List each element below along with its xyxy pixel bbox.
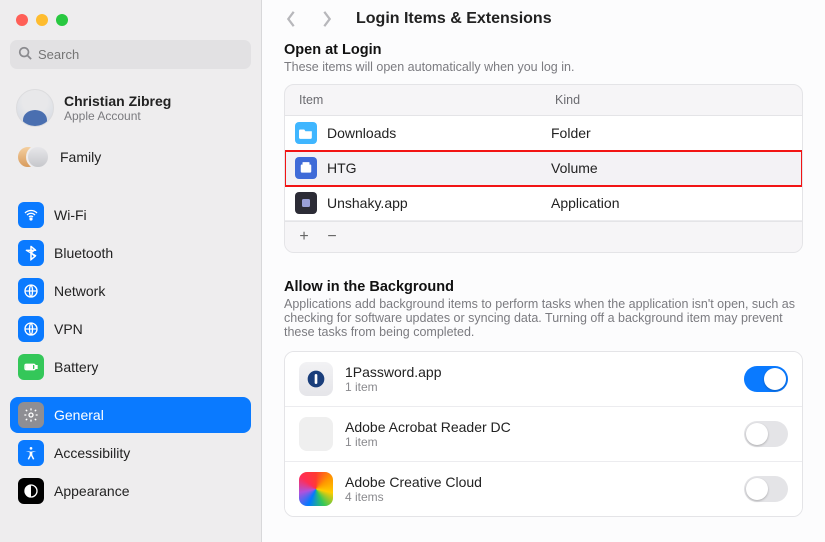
accessibility-icon	[18, 440, 44, 466]
remove-item-button[interactable]: −	[325, 228, 339, 246]
battery-icon	[18, 354, 44, 380]
app-icon	[299, 362, 333, 396]
toggle-switch[interactable]	[744, 476, 788, 502]
appearance-icon	[18, 478, 44, 504]
page-title: Login Items & Extensions	[356, 10, 552, 28]
bluetooth-icon	[18, 240, 44, 266]
volume-icon	[295, 157, 317, 179]
col-item-header: Item	[299, 93, 555, 107]
forward-button[interactable]	[316, 10, 338, 28]
sidebar-label: Network	[54, 283, 105, 299]
sidebar-label: General	[54, 407, 104, 423]
sidebar-item-general[interactable]: General	[10, 397, 251, 433]
sidebar-label: Accessibility	[54, 445, 130, 461]
list-item[interactable]: Adobe Acrobat Reader DC 1 item	[285, 407, 802, 462]
bg-item-name: Adobe Acrobat Reader DC	[345, 419, 732, 435]
open-at-login-heading: Open at Login	[284, 42, 803, 58]
item-name: Downloads	[327, 125, 551, 141]
back-button[interactable]	[280, 10, 302, 28]
background-desc: Applications add background items to per…	[284, 297, 803, 339]
sidebar-item-battery[interactable]: Battery	[10, 349, 251, 385]
bg-item-sub: 4 items	[345, 490, 732, 504]
sidebar-item-bluetooth[interactable]: Bluetooth	[10, 235, 251, 271]
maximize-window-button[interactable]	[56, 14, 68, 26]
table-row[interactable]: Unshaky.app Application	[285, 186, 802, 221]
search-field[interactable]	[10, 40, 251, 69]
login-items-table: Item Kind Downloads Folder HTG Volume	[284, 84, 803, 253]
apple-account[interactable]: Christian Zibreg Apple Account	[10, 83, 251, 133]
add-item-button[interactable]: +	[297, 228, 311, 246]
table-row[interactable]: Downloads Folder	[285, 116, 802, 151]
background-heading: Allow in the Background	[284, 279, 803, 295]
sidebar-item-network[interactable]: Network	[10, 273, 251, 309]
background-list: 1Password.app 1 item Adobe Acrobat Reade…	[284, 351, 803, 517]
sidebar: Christian Zibreg Apple Account Family Wi…	[0, 0, 262, 542]
sidebar-item-vpn[interactable]: VPN	[10, 311, 251, 347]
account-sub: Apple Account	[64, 109, 171, 123]
col-kind-header: Kind	[555, 93, 788, 107]
bg-item-name: Adobe Creative Cloud	[345, 474, 732, 490]
sidebar-item-accessibility[interactable]: Accessibility	[10, 435, 251, 471]
wifi-icon	[18, 202, 44, 228]
sidebar-item-wifi[interactable]: Wi-Fi	[10, 197, 251, 233]
sidebar-item-appearance[interactable]: Appearance	[10, 473, 251, 509]
window-controls	[10, 10, 251, 40]
sidebar-item-family[interactable]: Family	[10, 135, 251, 179]
family-icon	[16, 143, 50, 171]
avatar	[16, 89, 54, 127]
item-kind: Volume	[551, 160, 598, 176]
sidebar-label: Bluetooth	[54, 245, 113, 261]
family-label: Family	[60, 149, 101, 165]
network-icon	[18, 278, 44, 304]
table-row[interactable]: HTG Volume	[285, 151, 802, 186]
vpn-icon	[18, 316, 44, 342]
item-kind: Folder	[551, 125, 591, 141]
search-icon	[18, 46, 32, 63]
app-icon	[299, 417, 333, 451]
list-item[interactable]: 1Password.app 1 item	[285, 352, 802, 407]
sidebar-label: Wi-Fi	[54, 207, 87, 223]
app-icon	[299, 472, 333, 506]
toggle-switch[interactable]	[744, 366, 788, 392]
bg-item-sub: 1 item	[345, 380, 732, 394]
sidebar-label: Appearance	[54, 483, 130, 499]
folder-icon	[295, 122, 317, 144]
list-item[interactable]: Adobe Creative Cloud 4 items	[285, 462, 802, 516]
toggle-switch[interactable]	[744, 421, 788, 447]
gear-icon	[18, 402, 44, 428]
search-input[interactable]	[38, 47, 243, 62]
account-name: Christian Zibreg	[64, 93, 171, 109]
sidebar-label: VPN	[54, 321, 83, 337]
item-name: Unshaky.app	[327, 195, 551, 211]
bg-item-name: 1Password.app	[345, 364, 732, 380]
item-kind: Application	[551, 195, 620, 211]
minimize-window-button[interactable]	[36, 14, 48, 26]
item-name: HTG	[327, 160, 551, 176]
sidebar-label: Battery	[54, 359, 98, 375]
close-window-button[interactable]	[16, 14, 28, 26]
app-icon	[295, 192, 317, 214]
bg-item-sub: 1 item	[345, 435, 732, 449]
open-at-login-desc: These items will open automatically when…	[284, 60, 803, 74]
main-panel: Login Items & Extensions Open at Login T…	[262, 0, 825, 542]
